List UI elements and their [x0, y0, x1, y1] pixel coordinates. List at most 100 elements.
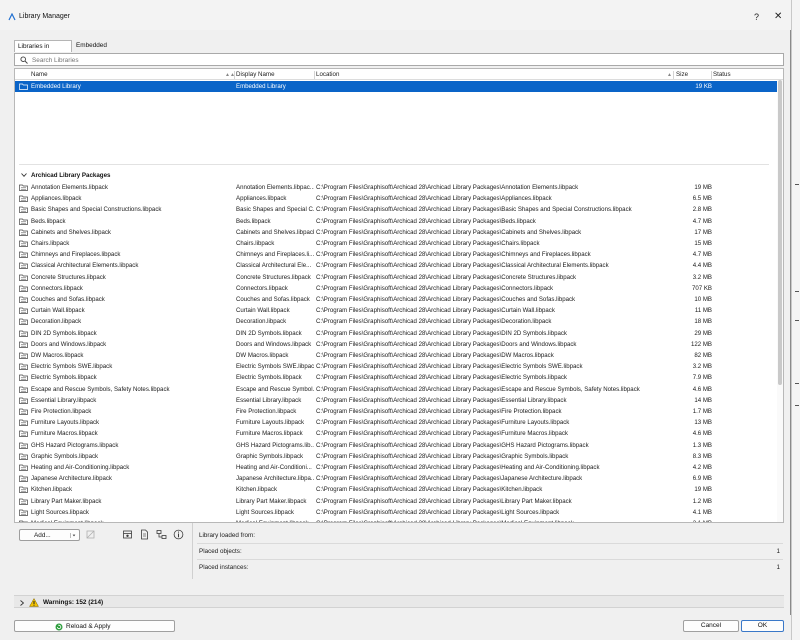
library-row[interactable]: Beds.libpack Beds.libpack C:\Program Files… [15, 216, 777, 227]
library-row[interactable]: Appliances.libpack Appliances.libpack C:\P… [15, 193, 777, 204]
library-row[interactable]: Fire Protection.libpack Fire Protection.l… [15, 406, 777, 417]
row-name: Electric Symbols SWE.libpack [31, 363, 113, 371]
row-name: Chairs.libpack [31, 240, 70, 247]
search-box[interactable] [14, 53, 784, 66]
chevron-down-icon[interactable] [21, 173, 27, 177]
library-row[interactable]: Escape and Rescue Symbols, Safety Notes.… [15, 384, 777, 395]
row-display-name: Light Sources.libpack [236, 508, 294, 516]
row-size: 8.3 MB [692, 452, 712, 460]
search-input[interactable] [32, 55, 772, 65]
close-button[interactable]: ✕ [774, 11, 782, 22]
row-display-name: Furniture Macros.libpack [236, 430, 303, 438]
ok-button[interactable]: OK [741, 620, 784, 632]
row-location: C:\Program Files\Graphisoft\Archicad 28\… [316, 464, 600, 471]
row-size: 14 MB [694, 396, 712, 404]
library-row[interactable]: Electric Symbols SWE.libpack Electric Sym… [15, 361, 777, 372]
library-row[interactable]: Decoration.libpack Decoration.libpack C:\P… [15, 316, 777, 327]
library-row[interactable]: Concrete Structures.libpack Concrete Stru… [15, 272, 777, 283]
row-location: C:\Program Files\Graphisoft\Archicad 28\… [316, 240, 540, 247]
library-row[interactable]: Furniture Layouts.libpack Furniture Layou… [15, 417, 777, 428]
library-row[interactable]: Kitchen.libpack Kitchen.libpack C:\Program… [15, 484, 777, 495]
library-row[interactable]: Doors and Windows.libpack Doors and Windo… [15, 339, 777, 350]
library-row[interactable]: DIN 2D Symbols.libpack DIN 2D Symbols.lib… [15, 328, 777, 339]
warnings-bar[interactable]: Warnings: 152 (214) [14, 595, 784, 608]
row-location: C:\Program Files\Graphisoft\Archicad 28\… [316, 374, 567, 382]
library-package-icon [19, 375, 28, 382]
column-header-name[interactable]: Name [31, 71, 48, 78]
row-display-name: Classical Architectural Ele... [236, 262, 312, 270]
library-row[interactable]: Light Sources.libpack Light Sources.libpa… [15, 507, 777, 518]
help-button[interactable]: ? [754, 12, 759, 22]
cancel-button[interactable]: Cancel [683, 620, 739, 632]
library-row[interactable]: Classical Architectural Elements.libpack… [15, 260, 777, 271]
library-row[interactable]: Essential Library.libpack Essential Libra… [15, 395, 777, 406]
embedded-library-row[interactable]: Embedded Library Embedded Library 19 KB [15, 81, 777, 92]
library-row[interactable]: Annotation Elements.libpack Annotation El… [15, 182, 777, 193]
row-name: Essential Library.libpack [31, 396, 97, 404]
dropdown-arrow-icon[interactable] [70, 533, 76, 538]
library-row[interactable]: Cabinets and Shelves.libpack Cabinets and… [15, 227, 777, 238]
remove-library-icon[interactable] [85, 529, 96, 540]
info-icon[interactable] [173, 529, 184, 540]
column-separator[interactable] [711, 71, 712, 79]
row-location: C:\Program Files\Graphisoft\Archicad 28\… [316, 352, 554, 359]
column-header-display-name[interactable]: Display Name [236, 71, 275, 78]
row-name: Couches and Sofas.libpack [31, 296, 105, 303]
library-row[interactable]: Furniture Macros.libpack Furniture Macros… [15, 428, 777, 439]
library-row[interactable]: Graphic Symbols.libpack Graphic Symbols.l… [15, 451, 777, 462]
column-header-size[interactable]: Size [676, 71, 688, 78]
library-row[interactable]: Couches and Sofas.libpack Couches and Sof… [15, 294, 777, 305]
library-row[interactable]: Chimneys and Fireplaces.libpack Chimneys … [15, 249, 777, 260]
row-display-name: Embedded Library [236, 83, 286, 90]
library-row[interactable]: Japanese Architecture.libpack Japanese Ar… [15, 473, 777, 484]
row-display-name: Curtain Wall.libpack [236, 307, 290, 315]
column-separator[interactable] [673, 71, 674, 79]
tab-embedded-library[interactable]: Embedded Library [73, 40, 129, 60]
row-display-name: Escape and Rescue Symbol... [236, 385, 314, 393]
library-package-icon [19, 487, 28, 494]
row-location: C:\Program Files\Graphisoft\Archicad 28\… [316, 251, 591, 259]
row-location: C:\Program Files\Graphisoft\Archicad 28\… [316, 508, 560, 516]
library-tree-icon[interactable] [156, 529, 167, 540]
row-location: C:\Program Files\Graphisoft\Archicad 28\… [316, 441, 589, 449]
column-separator[interactable] [314, 71, 315, 79]
column-header-location[interactable]: Location [316, 71, 339, 78]
scrollbar-thumb[interactable] [778, 80, 782, 385]
row-size: 6.9 MB [692, 475, 712, 483]
row-location: C:\Program Files\Graphisoft\Archicad 28\… [316, 475, 583, 483]
library-row[interactable]: Library Part Maker.libpack Library Part M… [15, 496, 777, 507]
chevron-right-icon[interactable] [20, 600, 24, 606]
row-name: Furniture Layouts.libpack [31, 419, 100, 427]
edge-tick [795, 291, 799, 292]
group-header-archicad-packages[interactable]: Archicad Library Packages [19, 170, 319, 181]
column-separator[interactable] [234, 71, 235, 79]
reload-apply-button[interactable]: Reload & Apply [14, 620, 175, 632]
row-size: 15 MB [694, 240, 712, 247]
library-row[interactable]: Connectors.libpack Connectors.libpack C:\P… [15, 283, 777, 294]
library-row[interactable]: Chairs.libpack Chairs.libpack C:\Program F… [15, 238, 777, 249]
tab-libraries-in-project[interactable]: Libraries in Project [14, 40, 72, 61]
row-size: 2.8 MB [692, 206, 712, 214]
library-row[interactable]: Electric Symbols.libpack Electric Symbols… [15, 372, 777, 383]
library-package-icon [19, 195, 28, 203]
row-display-name: Beds.libpack [236, 217, 271, 225]
document-icon[interactable] [139, 529, 150, 540]
row-display-name: Decoration.libpack [236, 318, 287, 326]
library-settings-icon[interactable] [122, 529, 133, 540]
library-row[interactable]: Curtain Wall.libpack Curtain Wall.libpack… [15, 305, 777, 316]
library-row[interactable]: Heating and Air-Conditioning.libpack Heat… [15, 462, 777, 473]
library-row[interactable]: GHS Hazard Pictograms.libpack GHS Hazard … [15, 440, 777, 451]
edge-tick [795, 405, 799, 406]
library-row[interactable]: DW Macros.libpack DW Macros.libpack C:\Pro… [15, 350, 777, 361]
row-display-name: Kitchen.libpack [236, 486, 277, 494]
row-display-name: Electric Symbols SWE.libpack [236, 363, 314, 371]
add-button[interactable]: Add... [19, 529, 80, 541]
library-row[interactable]: Basic Shapes and Special Constructions.l… [15, 204, 777, 215]
row-name: Japanese Architecture.libpack [31, 475, 112, 483]
column-header-status[interactable]: Status [713, 71, 731, 78]
row-name: Graphic Symbols.libpack [31, 452, 99, 460]
row-location: C:\Program Files\Graphisoft\Archicad 28\… [316, 195, 552, 203]
vertical-scrollbar[interactable] [777, 80, 783, 522]
title-bar: Library Manager ? ✕ [0, 0, 791, 30]
row-location: C:\Program Files\Graphisoft\Archicad 28\… [316, 262, 609, 270]
